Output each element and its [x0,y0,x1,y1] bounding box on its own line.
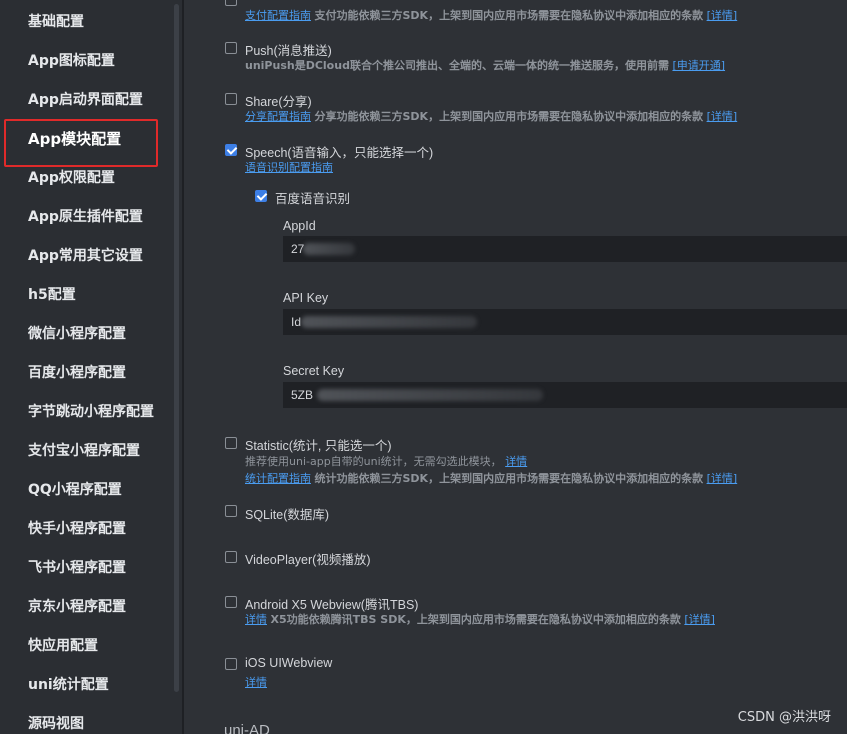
redaction-blur [303,243,355,255]
sidebar-item-app-permissions[interactable]: App权限配置 [28,168,115,188]
appid-label: AppId [283,219,316,233]
uni-ad-section-heading: uni-AD [224,722,270,734]
ios-uiwebview-detail-link[interactable]: 详情 [245,676,267,689]
payment-desc: 支付配置指南 支付功能依赖三方SDK，上架到国内应用市场需要在隐私协议中添加相应… [245,9,737,23]
statistic-detail-link[interactable]: [详情] [707,472,738,485]
statistic-recommend-detail-link[interactable]: 详情 [505,455,527,468]
share-desc-text: 分享功能依赖三方SDK，上架到国内应用市场需要在隐私协议中添加相应的条款 [314,110,704,123]
statistic-recommend-text: 推荐使用uni-app自带的uni统计，无需勾选此模块， [245,455,502,468]
payment-checkbox[interactable] [225,0,237,6]
share-desc: 分享配置指南 分享功能依赖三方SDK，上架到国内应用市场需要在隐私协议中添加相应… [245,110,737,124]
api-key-value: Id [291,315,302,329]
api-key-label: API Key [283,291,329,305]
videoplayer-title: VideoPlayer(视频播放) [245,553,371,567]
baidu-speech-title: 百度语音识别 [275,192,351,206]
push-desc: uniPush是DCloud联合个推公司推出、全端的、云端一体的统一推送服务，使… [245,59,725,73]
sidebar-item-jd-mp[interactable]: 京东小程序配置 [28,597,126,617]
module-config-panel: 支付配置指南 支付功能依赖三方SDK，上架到国内应用市场需要在隐私协议中添加相应… [184,0,847,734]
statistic-desc-text: 统计功能依赖三方SDK，上架到国内应用市场需要在隐私协议中添加相应的条款 [314,472,704,485]
sidebar-item-quickapp[interactable]: 快应用配置 [28,636,98,656]
ios-uiwebview-checkbox[interactable] [225,658,237,670]
payment-detail-link[interactable]: [详情] [707,9,738,22]
speech-title: Speech(语音输入，只能选择一个) [245,146,434,160]
statistic-recommend: 推荐使用uni-app自带的uni统计，无需勾选此模块， 详情 [245,455,527,469]
csdn-watermark: CSDN @洪洪呀 [737,710,831,725]
sidebar-item-app-splash[interactable]: App启动界面配置 [28,90,143,110]
sqlite-checkbox[interactable] [225,505,237,517]
sidebar-item-feishu-mp[interactable]: 飞书小程序配置 [28,558,126,578]
redaction-blur [317,389,543,401]
sidebar-item-qq-mp[interactable]: QQ小程序配置 [28,480,122,500]
active-item-highlight [4,119,158,167]
x5-webview-detail-link[interactable]: [详情] [684,613,715,626]
speech-checkbox[interactable] [225,144,237,156]
api-key-input[interactable]: Id [283,309,847,335]
sidebar-item-kuaishou-mp[interactable]: 快手小程序配置 [28,519,126,539]
sidebar-item-basic[interactable]: 基础配置 [28,12,84,32]
appid-input[interactable]: 27 [283,236,847,262]
x5-webview-desc: 详情 X5功能依赖腾讯TBS SDK，上架到国内应用市场需要在隐私协议中添加相应… [245,613,715,627]
statistic-guide-link[interactable]: 统计配置指南 [245,472,311,485]
push-desc-text: uniPush是DCloud联合个推公司推出、全端的、云端一体的统一推送服务，使… [245,59,669,72]
x5-webview-checkbox[interactable] [225,596,237,608]
share-title: Share(分享) [245,95,312,109]
statistic-desc: 统计配置指南 统计功能依赖三方SDK，上架到国内应用市场需要在隐私协议中添加相应… [245,472,737,486]
secret-key-input[interactable]: 5ZB [283,382,847,408]
statistic-checkbox[interactable] [225,437,237,449]
sidebar-item-h5[interactable]: h5配置 [28,285,76,305]
videoplayer-checkbox[interactable] [225,551,237,563]
payment-guide-link[interactable]: 支付配置指南 [245,9,311,22]
push-title: Push(消息推送) [245,44,332,58]
redaction-blur [301,316,477,328]
secret-key-label: Secret Key [283,364,345,378]
share-guide-link[interactable]: 分享配置指南 [245,110,311,123]
sqlite-title: SQLite(数据库) [245,508,330,522]
push-checkbox[interactable] [225,42,237,54]
sidebar-item-uni-stat[interactable]: uni统计配置 [28,675,109,695]
sidebar-item-app-icon[interactable]: App图标配置 [28,51,115,71]
speech-desc: 语音识别配置指南 [245,161,333,175]
sidebar-item-app-other-settings[interactable]: App常用其它设置 [28,246,143,266]
secret-key-value: 5ZB [291,388,314,402]
payment-desc-text: 支付功能依赖三方SDK，上架到国内应用市场需要在隐私协议中添加相应的条款 [314,9,704,22]
sidebar-item-source-view[interactable]: 源码视图 [28,714,84,734]
settings-sidebar: 基础配置 App图标配置 App启动界面配置 App模块配置 App权限配置 A… [0,0,172,734]
sidebar-item-baidu-mp[interactable]: 百度小程序配置 [28,363,126,383]
x5-webview-desc-text: X5功能依赖腾讯TBS SDK，上架到国内应用市场需要在隐私协议中添加相应的条款 [270,613,681,626]
share-checkbox[interactable] [225,93,237,105]
baidu-speech-checkbox[interactable] [255,190,267,202]
sidebar-item-toutiao-mp[interactable]: 字节跳动小程序配置 [28,402,154,422]
sidebar-item-app-native-plugins[interactable]: App原生插件配置 [28,207,143,227]
sidebar-scrollbar-thumb[interactable] [174,4,179,692]
ios-uiwebview-desc: 详情 [245,676,267,690]
x5-webview-title: Android X5 Webview(腾讯TBS) [245,598,419,612]
sidebar-item-alipay-mp[interactable]: 支付宝小程序配置 [28,441,140,461]
sidebar-item-weixin-mp[interactable]: 微信小程序配置 [28,324,126,344]
share-detail-link[interactable]: [详情] [707,110,738,123]
speech-guide-link[interactable]: 语音识别配置指南 [245,161,333,174]
x5-webview-info-link[interactable]: 详情 [245,613,267,626]
ios-uiwebview-title: iOS UIWebview [245,656,333,670]
push-apply-link[interactable]: [申请开通] [672,59,725,72]
statistic-title: Statistic(统计, 只能选一个) [245,439,392,453]
